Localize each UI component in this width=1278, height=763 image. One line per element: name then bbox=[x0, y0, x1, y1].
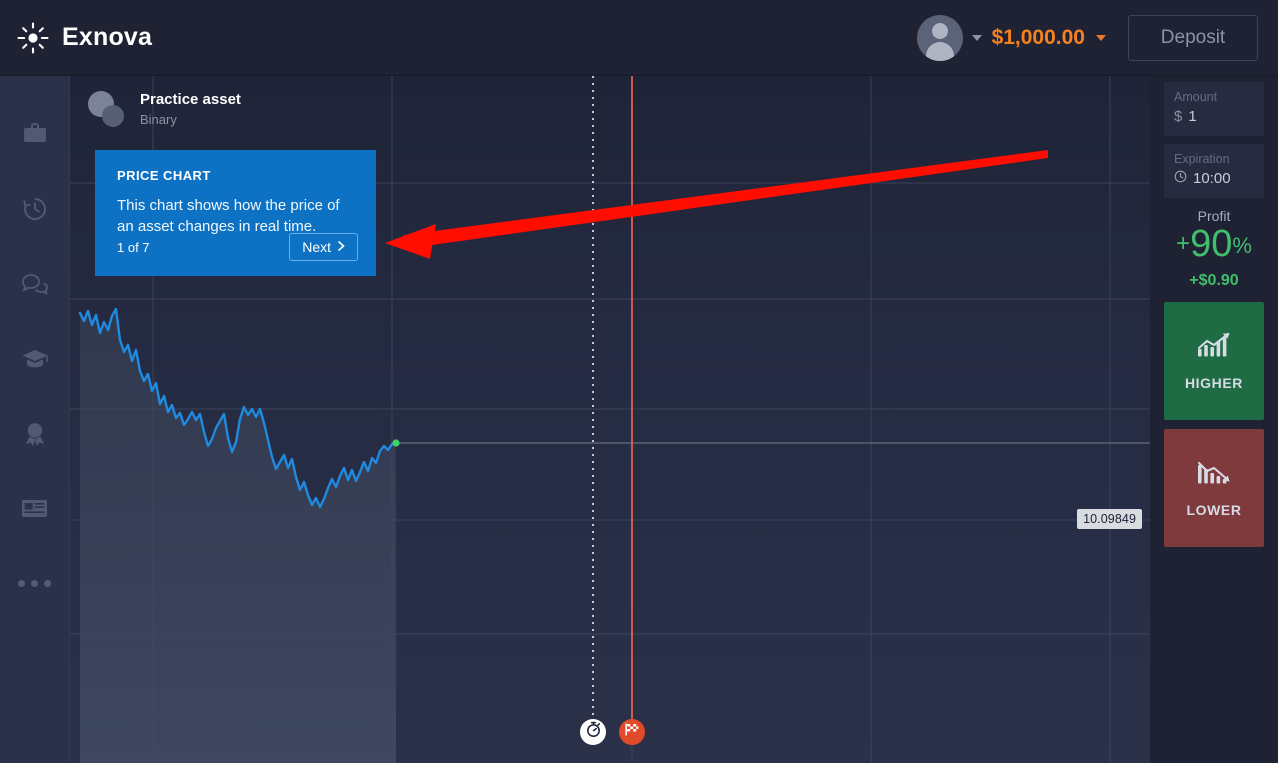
news-article-icon bbox=[21, 498, 48, 519]
trend-down-icon bbox=[1197, 459, 1231, 488]
sidebar-item-education[interactable] bbox=[0, 321, 70, 396]
sidebar-item-news[interactable] bbox=[0, 471, 70, 546]
sidebar-item-chat[interactable] bbox=[0, 246, 70, 321]
brand[interactable]: Exnova bbox=[16, 21, 152, 55]
amount-value-row: $ 1 bbox=[1174, 106, 1254, 128]
asset-name: Practice asset bbox=[140, 91, 241, 108]
expiration-flag-marker[interactable] bbox=[619, 719, 645, 745]
sidebar-item-portfolio[interactable] bbox=[0, 96, 70, 171]
profit-percent-display: +90% bbox=[1164, 222, 1264, 268]
trading-platform-app: Exnova $1,000.00 Deposit Practice asset … bbox=[0, 0, 1278, 763]
ellipsis-icon bbox=[18, 580, 51, 587]
balance-amount[interactable]: $1,000.00 bbox=[992, 26, 1085, 50]
sunburst-icon bbox=[16, 21, 50, 55]
amount-label: Amount bbox=[1174, 90, 1218, 104]
lower-button[interactable]: LOWER bbox=[1164, 429, 1264, 547]
stopwatch-marker[interactable] bbox=[580, 719, 606, 745]
chevron-right-icon bbox=[337, 239, 345, 255]
tooltip-footer: 1 of 7 Next bbox=[117, 233, 358, 261]
tooltip-next-label: Next bbox=[302, 239, 331, 255]
brand-name: Exnova bbox=[62, 23, 153, 51]
tooltip-body: This chart shows how the price of an ass… bbox=[117, 197, 340, 235]
current-price-dot bbox=[392, 439, 400, 447]
chat-bubbles-icon bbox=[21, 272, 49, 296]
expiration-value: 10:00 bbox=[1193, 170, 1231, 187]
price-chart-area[interactable]: Practice asset Binary PRICE CHART This c… bbox=[70, 76, 1150, 763]
top-header: Exnova $1,000.00 Deposit bbox=[0, 0, 1278, 76]
currency-symbol: $ bbox=[1174, 108, 1183, 125]
tooltip-title: PRICE CHART bbox=[117, 168, 211, 183]
award-ribbon-icon bbox=[22, 421, 48, 447]
sidebar-item-history[interactable] bbox=[0, 171, 70, 246]
left-sidebar bbox=[0, 76, 70, 763]
trade-panel: Amount $ 1 Expiration 10:00 Profit +90% bbox=[1150, 76, 1278, 763]
stopwatch-icon bbox=[585, 721, 602, 743]
amount-value: 1 bbox=[1188, 108, 1197, 125]
expiration-value-row: 10:00 bbox=[1174, 168, 1254, 190]
lower-label: LOWER bbox=[1186, 501, 1242, 518]
sidebar-item-awards[interactable] bbox=[0, 396, 70, 471]
sidebar-item-more[interactable] bbox=[0, 546, 70, 621]
briefcase-icon bbox=[22, 122, 48, 146]
tooltip-next-button[interactable]: Next bbox=[289, 233, 358, 261]
higher-button[interactable]: HIGHER bbox=[1164, 302, 1264, 420]
expiration-label: Expiration bbox=[1174, 152, 1230, 166]
clock-history-icon bbox=[22, 196, 48, 222]
avatar[interactable] bbox=[916, 14, 963, 61]
asset-type: Binary bbox=[140, 112, 177, 127]
profit-percent: 90 bbox=[1190, 223, 1233, 265]
graduation-cap-icon bbox=[21, 348, 49, 370]
two-circles-icon bbox=[88, 90, 126, 129]
profit-percent-unit: % bbox=[1232, 233, 1252, 258]
current-price-label: 10.09849 bbox=[1077, 509, 1142, 529]
chevron-down-icon[interactable] bbox=[971, 34, 982, 41]
onboarding-tooltip: PRICE CHART This chart shows how the pri… bbox=[95, 150, 376, 276]
higher-label: HIGHER bbox=[1184, 374, 1244, 391]
tooltip-step-counter: 1 of 7 bbox=[117, 239, 150, 255]
clock-icon bbox=[1174, 168, 1187, 190]
amount-field[interactable]: Amount $ 1 bbox=[1164, 82, 1264, 136]
deposit-button[interactable]: Deposit bbox=[1128, 14, 1258, 61]
trend-up-icon bbox=[1197, 332, 1231, 361]
header-right: $1,000.00 Deposit bbox=[916, 14, 1258, 61]
expiration-field[interactable]: Expiration 10:00 bbox=[1164, 144, 1264, 198]
checkered-flag-icon bbox=[624, 722, 640, 742]
asset-header[interactable]: Practice asset Binary bbox=[88, 90, 241, 129]
profit-sign: + bbox=[1176, 230, 1191, 257]
balance-chevron-down-icon[interactable] bbox=[1096, 34, 1106, 41]
price-area-fill bbox=[80, 309, 396, 763]
profit-cash: +$0.90 bbox=[1189, 272, 1239, 289]
